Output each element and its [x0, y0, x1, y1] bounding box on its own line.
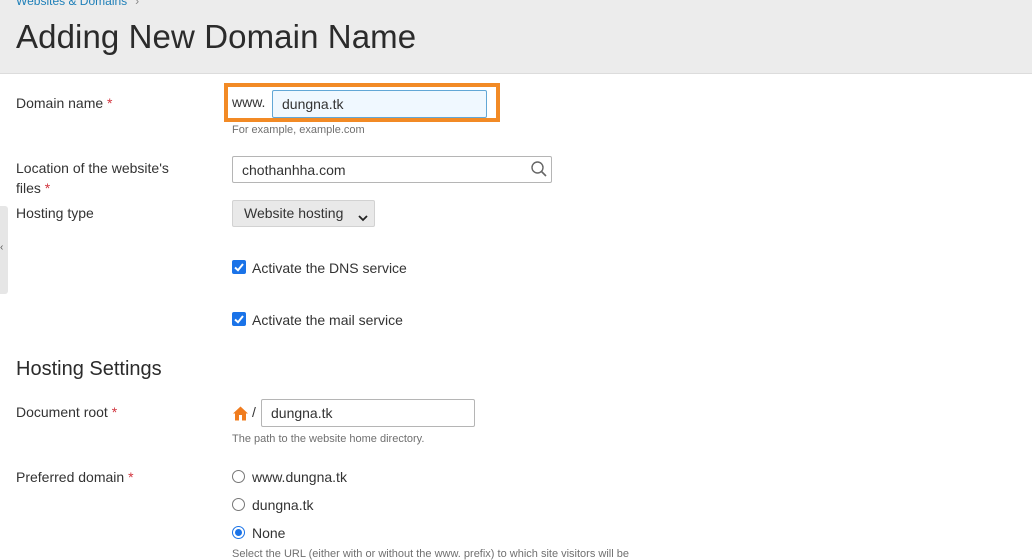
- chevron-down-icon: [357, 207, 369, 222]
- hosting-type-selected: Website hosting: [244, 205, 344, 221]
- breadcrumb-separator: ›: [135, 0, 140, 8]
- breadcrumb-link[interactable]: Websites & Domains: [16, 0, 127, 8]
- preferred-domain-hint: Select the URL (either with or without t…: [232, 548, 629, 560]
- activate-mail-label: Activate the mail service: [252, 312, 403, 328]
- location-label: Location of the website's files *: [16, 160, 169, 196]
- preferred-domain-label: Preferred domain *: [16, 469, 134, 485]
- required-mark: *: [107, 95, 113, 111]
- radio-button[interactable]: [232, 470, 245, 483]
- radio-label: www.dungna.tk: [252, 469, 347, 485]
- hosting-type-select[interactable]: Website hosting: [232, 200, 375, 227]
- radio-label: None: [252, 525, 286, 541]
- radio-button-selected[interactable]: [232, 526, 245, 539]
- home-icon: [232, 405, 249, 422]
- domain-name-label: Domain name *: [16, 95, 113, 111]
- document-root-label: Document root *: [16, 404, 118, 420]
- breadcrumb: Websites & Domains ›: [16, 0, 139, 8]
- domain-name-hint: For example, example.com: [232, 124, 365, 136]
- path-separator: /: [252, 404, 256, 420]
- hosting-settings-title: Hosting Settings: [16, 358, 162, 380]
- location-input[interactable]: chothanhha.com: [232, 156, 552, 183]
- activate-dns-checkbox[interactable]: [232, 260, 246, 274]
- side-panel-toggle-glyph: ‹: [0, 242, 4, 253]
- side-panel-toggle[interactable]: ‹: [0, 206, 8, 294]
- required-mark: *: [128, 469, 134, 485]
- document-root-input[interactable]: dungna.tk: [261, 399, 475, 427]
- radio-button[interactable]: [232, 498, 245, 511]
- search-icon[interactable]: [530, 160, 548, 178]
- hosting-type-label: Hosting type: [16, 205, 94, 221]
- www-prefix: www.: [232, 94, 266, 110]
- domain-name-input[interactable]: dungna.tk: [272, 90, 487, 118]
- activate-mail-checkbox[interactable]: [232, 312, 246, 326]
- required-mark: *: [111, 404, 118, 420]
- required-mark: *: [44, 180, 51, 196]
- radio-label: dungna.tk: [252, 497, 314, 513]
- document-root-hint: The path to the website home directory.: [232, 433, 425, 445]
- page-title: Adding New Domain Name: [16, 18, 417, 55]
- page-header: Websites & Domains › Adding New Domain Na…: [0, 0, 1032, 74]
- activate-dns-label: Activate the DNS service: [252, 260, 407, 276]
